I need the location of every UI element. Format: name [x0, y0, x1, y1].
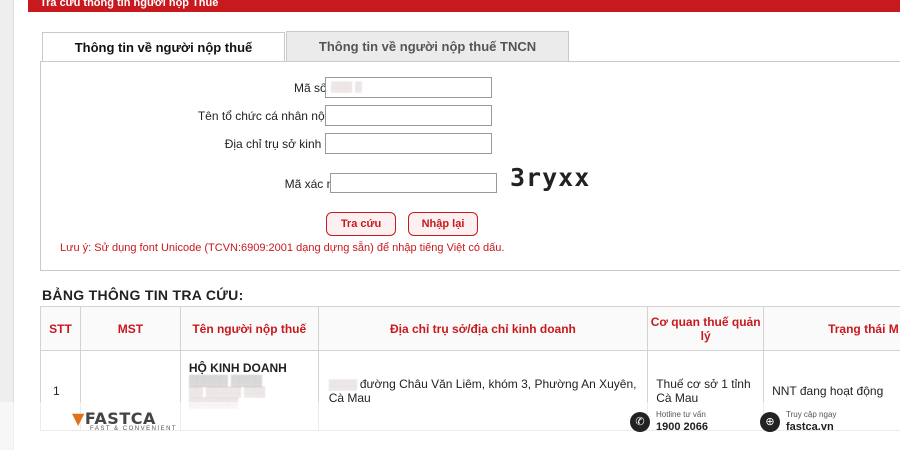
redacted-name: ▒▒▒▒▒ ▒▒▒▒: [188, 375, 263, 387]
captcha-input[interactable]: [330, 173, 497, 193]
fastca-logo: ▼FASTCA FAST & CONVENIENT: [72, 409, 178, 432]
address-input[interactable]: [325, 133, 492, 154]
page-title: Tra cứu thông tin người nộp Thuế: [40, 0, 219, 9]
redacted-value: ▒▒▒ ▒: [331, 82, 363, 93]
tab-personal-income-taxpayer[interactable]: Thông tin về người nộp thuế TNCN: [286, 31, 569, 61]
tab-bar: Thông tin về người nộp thuế Thông tin về…: [42, 31, 569, 62]
unicode-note: Lưu ý: Sử dụng font Unicode (TCVN:6909:2…: [60, 242, 505, 254]
captcha-image: 3ryxx: [510, 163, 591, 192]
redacted-line: ▒▒ ▒▒▒▒▒ ▒▒▒: [188, 387, 266, 398]
logo-mark-icon: ▼: [72, 409, 85, 428]
phone-icon: ✆: [630, 411, 650, 432]
website-url: fastca.vn: [786, 421, 834, 433]
website-label: Truy cập ngay: [786, 410, 837, 419]
window-left-edge: [0, 0, 14, 450]
captcha-row: Mã xác nhận* 3ryxx: [41, 163, 641, 197]
hotline-block: ✆ Hotline tư vấn 1900 2066: [630, 410, 708, 433]
col-address: Địa chỉ trụ sở/địa chỉ kinh doanh: [317, 306, 649, 351]
redacted-address: ▒▒▒▒: [328, 379, 360, 391]
search-button[interactable]: Tra cứu: [326, 212, 396, 236]
col-tax-office: Cơ quan thuế quản lý: [647, 306, 765, 351]
table-header-row: STT MST Tên người nộp thuế Địa chỉ trụ s…: [40, 306, 900, 351]
tax-code-row: Mã số thuế* ▒▒▒ ▒: [41, 77, 641, 101]
page-header-bar: Tra cứu thông tin người nộp Thuế: [28, 0, 900, 12]
col-mst: MST: [79, 306, 181, 351]
tab-taxpayer-info[interactable]: Thông tin về người nộp thuế: [42, 32, 285, 62]
address-row: Địa chỉ trụ sở kinh doanh: [41, 133, 641, 157]
org-name-row: Tên tổ chức cá nhân nộp thuế: [41, 105, 641, 129]
globe-icon: ⊕: [760, 411, 780, 432]
hotline-label: Hotline tư vấn: [656, 410, 706, 419]
hotline-number: 1900 2066: [656, 421, 708, 433]
reset-button[interactable]: Nhập lại: [408, 212, 478, 236]
results-title: BẢNG THÔNG TIN TRA CỨU:: [42, 287, 244, 303]
website-block: ⊕ Truy cập ngay fastca.vn: [760, 410, 836, 433]
org-name-input[interactable]: [325, 105, 492, 126]
search-form: Mã số thuế* ▒▒▒ ▒ Tên tổ chức cá nhân nộ…: [40, 61, 900, 271]
col-status: Trạng thái M: [763, 306, 900, 351]
col-name: Tên người nộp thuế: [179, 306, 319, 351]
col-stt: STT: [40, 306, 81, 351]
